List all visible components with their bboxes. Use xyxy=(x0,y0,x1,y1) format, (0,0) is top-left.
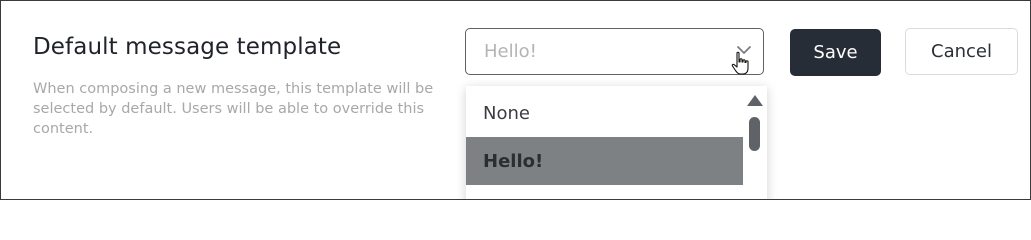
setting-description: When composing a new message, this templ… xyxy=(33,81,434,137)
scrollbar-thumb[interactable] xyxy=(749,117,760,151)
template-dropdown-menu: None Hello! xyxy=(466,86,767,199)
settings-panel: Default message template When composing … xyxy=(0,0,1031,200)
dropdown-option-hello[interactable]: Hello! xyxy=(466,137,743,185)
scroll-up-arrow-icon[interactable] xyxy=(747,95,763,106)
dropdown-option-none[interactable]: None xyxy=(466,89,743,137)
save-button[interactable]: Save xyxy=(790,29,881,76)
setting-title: Default message template xyxy=(33,34,342,60)
template-select[interactable]: Hello! xyxy=(465,28,764,75)
hand-pointer-icon xyxy=(731,51,749,75)
select-value: Hello! xyxy=(484,41,537,62)
cancel-button[interactable]: Cancel xyxy=(905,28,1018,75)
